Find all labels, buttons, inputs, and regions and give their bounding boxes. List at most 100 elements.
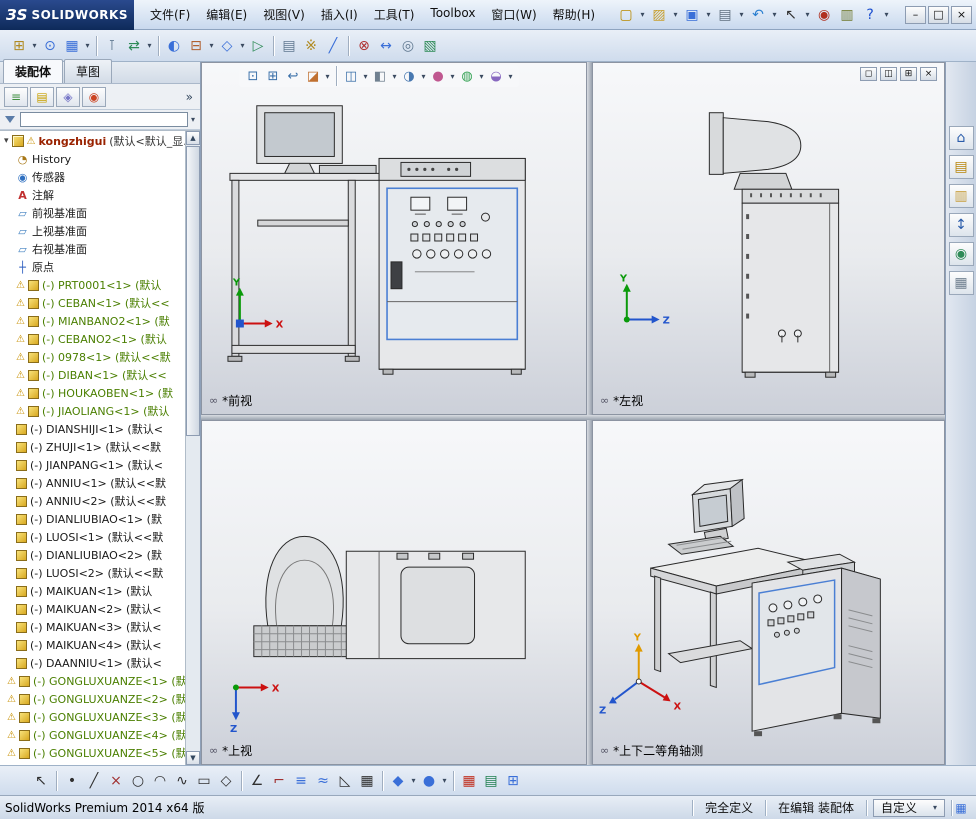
menu-view[interactable]: 视图(V) — [255, 2, 313, 27]
zoom-to-area-icon[interactable]: ⊞ — [263, 66, 283, 86]
viewport-close-button[interactable]: × — [920, 67, 937, 81]
filter-dropdown-icon[interactable]: ▾ — [191, 115, 197, 124]
tree-item[interactable]: ▱ 前视基准面 — [0, 204, 185, 222]
viewport-single-button[interactable]: ◻ — [860, 67, 877, 81]
tree-item[interactable]: (-) MAIKUAN<1> (默认 — [0, 582, 185, 600]
tree-scrollbar[interactable]: ▲ ▼ — [185, 131, 200, 765]
section-view-icon[interactable]: ◪ — [303, 66, 323, 86]
tree-item[interactable]: ⚠ (-) GONGLUXUANZE<2> (默 — [0, 690, 185, 708]
linear-sketch-pattern-icon[interactable]: ▦ — [356, 770, 378, 792]
options-grid-icon[interactable]: ⊞ — [502, 770, 524, 792]
close-button[interactable]: × — [951, 5, 972, 24]
featuremanager-filter-input[interactable] — [20, 112, 188, 127]
menu-insert[interactable]: 插入(I) — [313, 2, 366, 27]
explode-line-sketch-icon[interactable]: ╱ — [322, 35, 344, 57]
hide-show-items-icon[interactable]: ◑ — [399, 66, 419, 86]
move-component-icon[interactable]: ⇄ — [123, 35, 145, 57]
print-icon[interactable]: ▤ — [714, 4, 736, 26]
print-icon-dropdown[interactable]: ▾ — [737, 10, 746, 19]
status-grid-icon[interactable]: ▦ — [952, 799, 970, 817]
interference-detection-icon[interactable]: ⊗ — [353, 35, 375, 57]
save-icon[interactable]: ▣ — [681, 4, 703, 26]
scroll-down-button[interactable]: ▼ — [186, 751, 200, 765]
new-motion-study-icon[interactable]: ▷ — [247, 35, 269, 57]
view-settings-icon[interactable]: ◒ — [486, 66, 506, 86]
design-library-icon[interactable]: ▤ — [948, 155, 974, 179]
mirror-entities-icon[interactable]: ◺ — [334, 770, 356, 792]
custom-properties-icon[interactable]: ▦ — [948, 271, 974, 295]
isometric-view-icon-dropdown[interactable]: ▾ — [409, 776, 418, 785]
tree-item[interactable]: ⚠ (-) CEBANO2<1> (默认 — [0, 330, 185, 348]
open-icon[interactable]: ▨ — [648, 4, 670, 26]
open-icon-dropdown[interactable]: ▾ — [671, 10, 680, 19]
rectangle-tool-icon[interactable]: ▭ — [193, 770, 215, 792]
file-properties-icon[interactable]: ▥ — [836, 4, 858, 26]
tree-item[interactable]: ◔ History — [0, 150, 185, 168]
menu-file[interactable]: 文件(F) — [142, 2, 198, 27]
menu-tools[interactable]: 工具(T) — [366, 2, 423, 27]
apply-scene-icon[interactable]: ◍ — [457, 66, 477, 86]
tree-item[interactable]: ⚠ (-) GONGLUXUANZE<5> (默 — [0, 744, 185, 762]
display-style-icon[interactable]: ◧ — [370, 66, 390, 86]
menu-window[interactable]: 窗口(W) — [483, 2, 544, 27]
displaymanager-tab[interactable]: ◉ — [82, 86, 106, 107]
viewport-front[interactable]: Y X ∞ *前视 — [201, 62, 587, 415]
display-style-icon[interactable]: ● — [418, 770, 440, 792]
insert-components-icon-dropdown[interactable]: ▾ — [30, 41, 39, 50]
viewport-splitter-vertical[interactable] — [587, 62, 592, 765]
tree-item[interactable]: ▱ 上视基准面 — [0, 222, 185, 240]
new-document-icon-dropdown[interactable]: ▾ — [638, 10, 647, 19]
isometric-view-icon[interactable]: ◆ — [387, 770, 409, 792]
solidworks-resources-icon[interactable]: ⌂ — [948, 126, 974, 150]
tree-root-item[interactable]: ▾ ⚠ kongzhigui (默认<默认_显... — [0, 132, 185, 150]
undo-icon-dropdown[interactable]: ▾ — [770, 10, 779, 19]
tree-item[interactable]: ▱ 右视基准面 — [0, 240, 185, 258]
maximize-button[interactable]: □ — [928, 5, 949, 24]
reference-geometry-icon-dropdown[interactable]: ▾ — [238, 41, 247, 50]
viewport-top[interactable]: X Z ∞ *上视 — [201, 420, 587, 765]
reference-geometry-icon[interactable]: ◇ — [216, 35, 238, 57]
rebuild-icon[interactable]: ◉ — [813, 4, 835, 26]
featuremanager-tree-tab[interactable]: ≡ — [4, 86, 28, 107]
view-settings-icon-dropdown[interactable]: ▾ — [506, 72, 515, 81]
menu-edit[interactable]: 编辑(E) — [198, 2, 255, 27]
configurationmanager-tab[interactable]: ◈ — [56, 86, 80, 107]
propertymanager-tab[interactable]: ▤ — [30, 86, 54, 107]
tree-item[interactable]: (-) DIANLIUBIAO<2> (默 — [0, 546, 185, 564]
tree-item[interactable]: (-) LUOSI<2> (默认<<默 — [0, 564, 185, 582]
viewport-four-view-button[interactable]: ⊞ — [900, 67, 917, 81]
tree-item[interactable]: ⚠ (-) MIANBANO2<1> (默 — [0, 312, 185, 330]
previous-view-icon[interactable]: ↩ — [283, 66, 303, 86]
clearance-verification-icon[interactable]: ↔ — [375, 35, 397, 57]
tree-item[interactable]: ⚠ (-) GONGLUXUANZE<1> (默 — [0, 672, 185, 690]
insert-components-icon[interactable]: ⊞ — [8, 35, 30, 57]
measure-tool-icon[interactable]: ▤ — [480, 770, 502, 792]
section-view-icon-dropdown[interactable]: ▾ — [323, 72, 332, 81]
display-style-icon-dropdown[interactable]: ▾ — [390, 72, 399, 81]
scroll-up-button[interactable]: ▲ — [186, 131, 200, 145]
expander-icon[interactable]: ▾ — [4, 136, 9, 146]
hole-alignment-icon[interactable]: ◎ — [397, 35, 419, 57]
tree-item[interactable]: ⚠ (-) CEBAN<1> (默认<< — [0, 294, 185, 312]
assembly-features-icon[interactable]: ⊟ — [185, 35, 207, 57]
move-component-icon-dropdown[interactable]: ▾ — [145, 41, 154, 50]
menu-help[interactable]: 帮助(H) — [545, 2, 603, 27]
scrollbar-thumb[interactable] — [186, 146, 200, 436]
tree-item[interactable]: (-) DIANSHIJI<1> (默认< — [0, 420, 185, 438]
assembly-features-icon-dropdown[interactable]: ▾ — [207, 41, 216, 50]
tree-item[interactable]: A 注解 — [0, 186, 185, 204]
tree-item[interactable]: (-) MAIKUAN<2> (默认< — [0, 600, 185, 618]
zoom-to-fit-icon[interactable]: ⊡ — [243, 66, 263, 86]
arc-tool-icon[interactable]: ◠ — [149, 770, 171, 792]
tree-item[interactable]: ⚠ (-) PRT0001<1> (默认 — [0, 276, 185, 294]
apply-scene-icon-dropdown[interactable]: ▾ — [477, 72, 486, 81]
menu-toolbox[interactable]: Toolbox — [422, 2, 483, 27]
tree-item[interactable]: ⚠ (-) HOUKAOBEN<1> (默 — [0, 384, 185, 402]
polygon-tool-icon[interactable]: ◇ — [215, 770, 237, 792]
viewport-left[interactable]: Y Z ∞ *左视 — [592, 62, 945, 415]
hide-show-items-icon-dropdown[interactable]: ▾ — [419, 72, 428, 81]
offset-entities-icon[interactable]: ≈ — [312, 770, 334, 792]
tree-item[interactable]: ⚠ (-) 0978<1> (默认<<默 — [0, 348, 185, 366]
smart-dimension-icon[interactable]: ∠ — [246, 770, 268, 792]
trim-entities-icon[interactable]: ⌐ — [268, 770, 290, 792]
